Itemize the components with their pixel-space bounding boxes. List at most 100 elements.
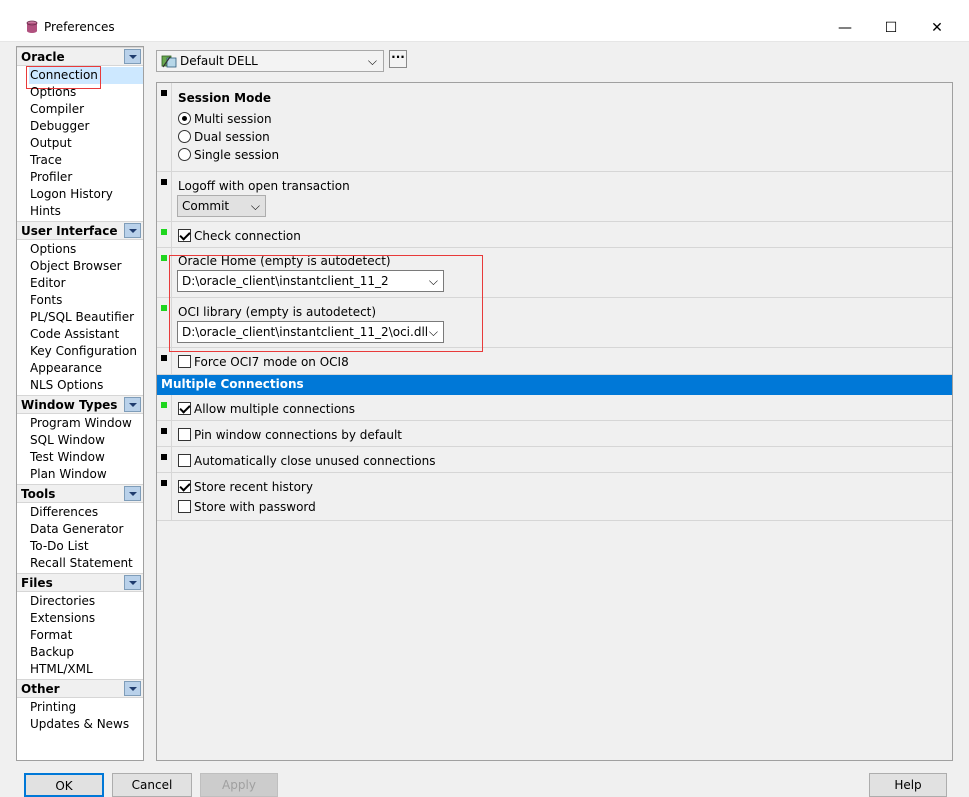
- group-label: Files: [21, 576, 53, 590]
- preferences-sidebar: Oracle Connection Options Compiler Debug…: [16, 46, 144, 761]
- sidebar-item-test-window[interactable]: Test Window: [29, 449, 143, 466]
- sidebar-item-editor[interactable]: Editor: [29, 275, 143, 292]
- sidebar-item-fonts[interactable]: Fonts: [29, 292, 143, 309]
- group-header-user-interface[interactable]: User Interface: [17, 221, 143, 240]
- logoff-select[interactable]: Commit ⌵: [177, 195, 266, 217]
- store-history-section: Store recent history Store with password: [157, 473, 952, 521]
- radio-label: Multi session: [194, 112, 272, 126]
- sidebar-item-differences[interactable]: Differences: [29, 504, 143, 521]
- force-oci7-checkbox[interactable]: Force OCI7 mode on OCI8: [178, 354, 349, 370]
- sidebar-item-html-xml[interactable]: HTML/XML: [29, 661, 143, 678]
- sidebar-item-connection[interactable]: Connection: [26, 66, 143, 89]
- checkbox[interactable]: [178, 355, 191, 368]
- group-header-other[interactable]: Other: [17, 679, 143, 698]
- divider: [171, 83, 172, 171]
- checkbox-label: Pin window connections by default: [194, 428, 403, 442]
- group-header-oracle[interactable]: Oracle: [17, 47, 143, 66]
- sidebar-item-ui-options[interactable]: Options: [29, 241, 143, 258]
- sidebar-item-directories[interactable]: Directories: [29, 593, 143, 610]
- sidebar-item-options[interactable]: Options: [29, 84, 143, 101]
- chevron-down-icon[interactable]: [124, 223, 141, 238]
- sidebar-item-hints[interactable]: Hints: [29, 203, 143, 220]
- chevron-down-icon[interactable]: [124, 486, 141, 501]
- sidebar-item-logon-history[interactable]: Logon History: [29, 186, 143, 203]
- logoff-section: Logoff with open transaction Commit ⌵: [157, 172, 952, 222]
- sidebar-item-plan-window[interactable]: Plan Window: [29, 466, 143, 483]
- setting-marker: [161, 355, 167, 361]
- checkbox-label: Automatically close unused connections: [194, 454, 436, 468]
- checkbox[interactable]: [178, 229, 191, 242]
- maximize-button[interactable]: ☐: [868, 14, 914, 42]
- sidebar-item-program-window[interactable]: Program Window: [29, 415, 143, 432]
- divider: [171, 473, 172, 520]
- checkbox[interactable]: [178, 500, 191, 513]
- checkbox[interactable]: [178, 480, 191, 493]
- group-header-files[interactable]: Files: [17, 573, 143, 592]
- sidebar-item-trace[interactable]: Trace: [29, 152, 143, 169]
- sidebar-item-plsql-beautifier[interactable]: PL/SQL Beautifier: [29, 309, 143, 326]
- chevron-down-icon[interactable]: [124, 49, 141, 64]
- store-history-checkbox[interactable]: Store recent history: [178, 479, 313, 495]
- chevron-down-icon[interactable]: [124, 681, 141, 696]
- help-button[interactable]: Help: [869, 773, 947, 797]
- pin-window-section: Pin window connections by default: [157, 421, 952, 447]
- radio-button[interactable]: [178, 130, 191, 143]
- sidebar-item-printing[interactable]: Printing: [29, 699, 143, 716]
- sidebar-item-backup[interactable]: Backup: [29, 644, 143, 661]
- sidebar-item-sql-window[interactable]: SQL Window: [29, 432, 143, 449]
- group-header-tools[interactable]: Tools: [17, 484, 143, 503]
- highlight-box: [169, 255, 483, 352]
- sidebar-item-object-browser[interactable]: Object Browser: [29, 258, 143, 275]
- setting-marker: [161, 480, 167, 486]
- profile-select[interactable]: Default DELL ⌵: [156, 50, 384, 72]
- checkbox[interactable]: [178, 454, 191, 467]
- checkbox-label: Force OCI7 mode on OCI8: [194, 355, 349, 369]
- sidebar-item-key-configuration[interactable]: Key Configuration: [29, 343, 143, 360]
- close-button[interactable]: ✕: [914, 14, 960, 42]
- check-connection-checkbox[interactable]: Check connection: [178, 228, 301, 244]
- group-label: Other: [21, 682, 60, 696]
- sidebar-item-profiler[interactable]: Profiler: [29, 169, 143, 186]
- divider: [171, 222, 172, 247]
- chevron-down-icon: ⌵: [367, 54, 377, 68]
- apply-button[interactable]: Apply: [200, 773, 278, 797]
- sidebar-item-output[interactable]: Output: [29, 135, 143, 152]
- sidebar-item-format[interactable]: Format: [29, 627, 143, 644]
- sidebar-item-appearance[interactable]: Appearance: [29, 360, 143, 377]
- minimize-button[interactable]: —: [822, 14, 868, 42]
- profile-more-button[interactable]: ···: [389, 50, 407, 68]
- setting-marker: [161, 305, 167, 311]
- sidebar-item-extensions[interactable]: Extensions: [29, 610, 143, 627]
- sidebar-item-code-assistant[interactable]: Code Assistant: [29, 326, 143, 343]
- radio-button[interactable]: [178, 112, 191, 125]
- ok-button[interactable]: OK: [24, 773, 104, 797]
- checkbox[interactable]: [178, 428, 191, 441]
- radio-label: Dual session: [194, 130, 270, 144]
- allow-multiple-checkbox[interactable]: Allow multiple connections: [178, 401, 355, 417]
- checkbox[interactable]: [178, 402, 191, 415]
- auto-close-checkbox[interactable]: Automatically close unused connections: [178, 453, 435, 469]
- radio-dual-session[interactable]: Dual session: [178, 129, 270, 145]
- chevron-down-icon[interactable]: [124, 575, 141, 590]
- sidebar-item-data-generator[interactable]: Data Generator: [29, 521, 143, 538]
- sidebar-item-nls-options[interactable]: NLS Options: [29, 377, 143, 394]
- radio-single-session[interactable]: Single session: [178, 147, 279, 163]
- group-label: User Interface: [21, 224, 118, 238]
- auto-close-section: Automatically close unused connections: [157, 447, 952, 473]
- radio-multi-session[interactable]: Multi session: [178, 111, 272, 127]
- checkbox-label: Store recent history: [194, 480, 313, 494]
- group-header-window-types[interactable]: Window Types: [17, 395, 143, 414]
- sidebar-item-todo-list[interactable]: To-Do List: [29, 538, 143, 555]
- chevron-down-icon[interactable]: [124, 397, 141, 412]
- radio-button[interactable]: [178, 148, 191, 161]
- store-password-checkbox[interactable]: Store with password: [178, 499, 316, 515]
- sidebar-item-debugger[interactable]: Debugger: [29, 118, 143, 135]
- setting-marker: [161, 428, 167, 434]
- sidebar-item-updates-news[interactable]: Updates & News: [29, 716, 143, 733]
- profile-select-value: Default DELL: [180, 54, 258, 68]
- pin-window-checkbox[interactable]: Pin window connections by default: [178, 427, 402, 443]
- settings-panel: Session Mode Multi session Dual session …: [156, 82, 953, 761]
- sidebar-item-compiler[interactable]: Compiler: [29, 101, 143, 118]
- cancel-button[interactable]: Cancel: [112, 773, 192, 797]
- sidebar-item-recall-statement[interactable]: Recall Statement: [29, 555, 143, 572]
